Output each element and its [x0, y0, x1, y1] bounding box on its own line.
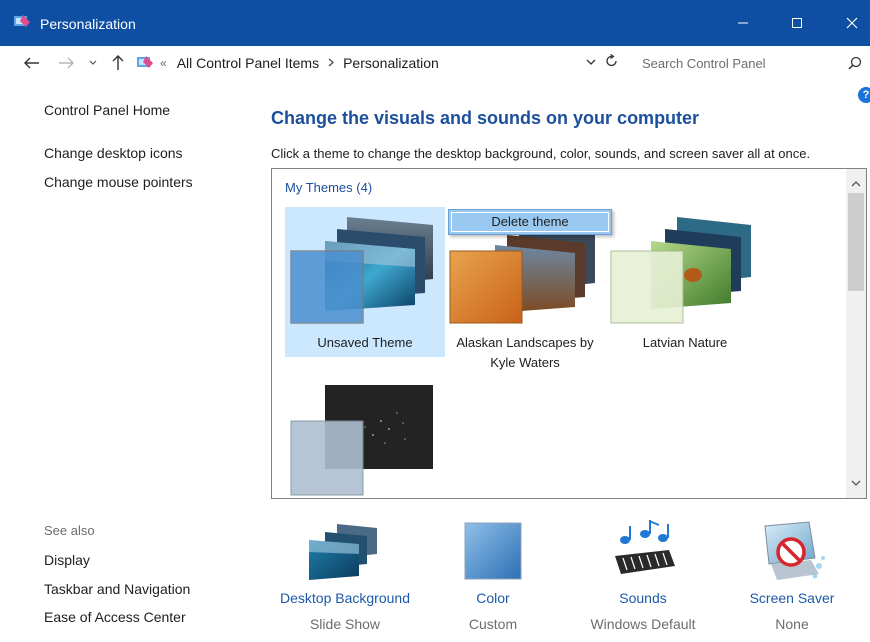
breadcrumb-personalization[interactable]: Personalization [343, 55, 439, 71]
theme-latvian-nature[interactable]: Latvian Nature [605, 207, 765, 357]
screen-saver-icon [764, 521, 825, 580]
dark-theme-preview-icon [290, 385, 433, 496]
theme-name-line-2: Kyle Waters [490, 355, 560, 370]
search-input[interactable] [630, 50, 866, 76]
scrollbar-thumb[interactable] [848, 193, 864, 291]
address-dropdown-chevron-icon[interactable] [585, 55, 597, 73]
forward-button[interactable] [56, 52, 76, 74]
personalization-app-icon [14, 15, 30, 29]
color-item[interactable]: Color Custom [418, 504, 568, 640]
my-themes-group-title[interactable]: My Themes (4) [285, 180, 372, 195]
search-box [630, 50, 866, 76]
theme-name: Latvian Nature [642, 335, 728, 350]
sounds-icon [615, 520, 675, 574]
page-description: Click a theme to change the desktop back… [271, 146, 811, 161]
up-button[interactable] [108, 52, 128, 74]
color-value: Custom [468, 616, 518, 632]
address-bar: « All Control Panel Items Personalizatio… [0, 46, 870, 80]
delete-theme-menu-item[interactable]: Delete theme [448, 209, 612, 235]
theme-name-line-1: Alaskan Landscapes by [456, 335, 594, 350]
theme-dark[interactable] [285, 379, 445, 498]
see-also-heading: See also [44, 523, 95, 538]
change-mouse-pointers-link[interactable]: Change mouse pointers [44, 174, 193, 190]
unsaved-theme-preview-icon [290, 217, 433, 324]
screen-saver-item[interactable]: Screen Saver None [717, 504, 867, 640]
color-link[interactable]: Color [418, 590, 568, 606]
breadcrumb: « All Control Panel Items Personalizatio… [160, 55, 439, 71]
theme-unsaved[interactable]: Unsaved Theme [285, 207, 445, 357]
desktop-background-value: Slide Show [309, 616, 381, 632]
breadcrumb-overflow[interactable]: « [160, 56, 167, 70]
back-button[interactable] [22, 52, 42, 74]
desktop-background-item[interactable]: Desktop Background Slide Show [270, 504, 420, 640]
themes-scrollbar[interactable] [846, 169, 866, 498]
sounds-value: Windows Default [590, 616, 696, 632]
ease-of-access-center-link[interactable]: Ease of Access Center [44, 609, 186, 625]
close-button[interactable] [828, 0, 870, 46]
help-icon[interactable]: ? [858, 87, 870, 103]
latvian-nature-preview-icon [610, 217, 751, 324]
desktop-background-icon [309, 524, 377, 580]
recent-locations-chevron-icon[interactable] [86, 52, 100, 74]
breadcrumb-separator-icon[interactable] [328, 56, 335, 70]
refresh-icon[interactable] [605, 53, 619, 73]
scroll-up-icon[interactable] [850, 175, 862, 193]
themes-list: My Themes (4) Unsaved Theme Alaskan Land… [271, 168, 867, 499]
menu-item-label: Delete theme [491, 214, 569, 229]
screen-saver-value: None [775, 616, 809, 632]
desktop-background-link[interactable]: Desktop Background [270, 590, 420, 606]
scroll-down-icon[interactable] [850, 474, 862, 492]
window-title: Personalization [40, 16, 136, 32]
color-icon [464, 522, 522, 580]
breadcrumb-all-control-panel-items[interactable]: All Control Panel Items [177, 55, 319, 71]
theme-name: Unsaved Theme [317, 335, 413, 350]
change-desktop-icons-link[interactable]: Change desktop icons [44, 145, 183, 161]
title-bar: Personalization [0, 0, 870, 46]
sounds-link[interactable]: Sounds [568, 590, 718, 606]
search-icon[interactable] [848, 56, 862, 75]
taskbar-and-navigation-link[interactable]: Taskbar and Navigation [44, 581, 190, 597]
minimize-button[interactable] [719, 0, 767, 46]
screen-saver-link[interactable]: Screen Saver [717, 590, 867, 606]
sounds-item[interactable]: Sounds Windows Default [568, 504, 718, 640]
control-panel-home-link[interactable]: Control Panel Home [44, 102, 170, 118]
page-title: Change the visuals and sounds on your co… [271, 108, 700, 128]
maximize-button[interactable] [773, 0, 821, 46]
display-link[interactable]: Display [44, 552, 90, 568]
control-panel-icon [136, 52, 154, 74]
